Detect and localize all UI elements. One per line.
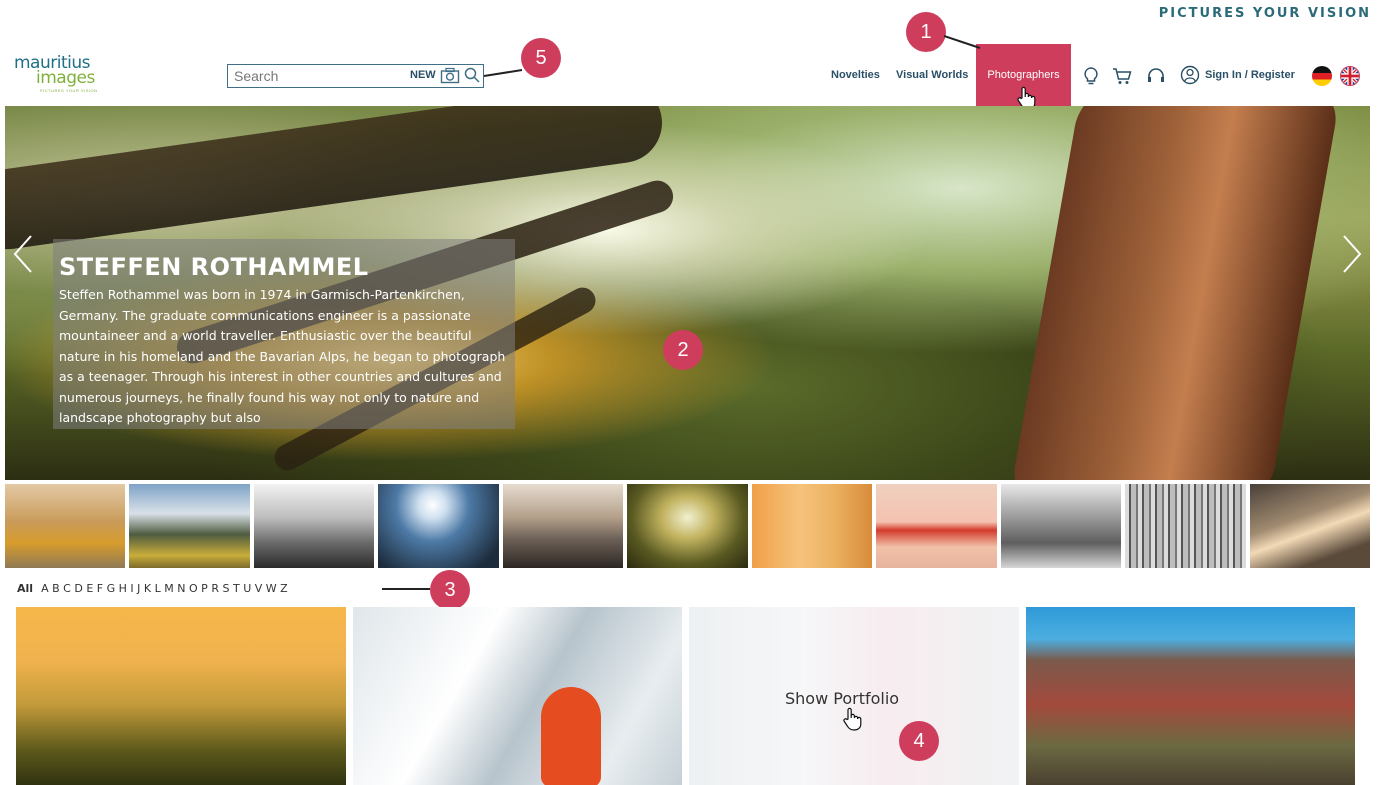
photographer-bio: Steffen Rothammel was born in 1974 in Ga… [59, 287, 506, 425]
ice-climber-figure [540, 687, 601, 785]
filter-letter[interactable]: T [233, 582, 240, 595]
filter-letter[interactable]: I [130, 582, 133, 595]
photographer-card[interactable] [16, 607, 346, 785]
filter-letter[interactable]: F [97, 582, 103, 595]
show-portfolio-button[interactable]: Show Portfolio [785, 689, 899, 708]
photographer-gallery: Show Portfolio 4 [16, 607, 1355, 785]
thumbnail[interactable] [751, 484, 873, 568]
callout-line-3 [382, 588, 430, 590]
thumbnail[interactable] [502, 484, 624, 568]
callout-badge-2: 2 [663, 330, 703, 370]
photographer-thumbnail-strip [5, 484, 1370, 568]
lightbulb-icon[interactable] [1081, 66, 1101, 86]
filter-letter[interactable]: V [255, 582, 263, 595]
search-input[interactable] [234, 67, 394, 85]
alphabet-filter: All A B C D E F G H I J K L M N O P R S … [17, 582, 291, 595]
callout-badge-4: 4 [899, 721, 939, 761]
thumbnail[interactable] [1249, 484, 1370, 568]
callout-badge-3: 3 [430, 570, 470, 610]
thumbnail[interactable] [1000, 484, 1122, 568]
chevron-right-icon[interactable] [1340, 234, 1364, 274]
cart-icon[interactable] [1112, 66, 1132, 86]
signin-register-link[interactable]: Sign In / Register [1180, 44, 1295, 106]
hero-photo-trunk [1007, 106, 1343, 480]
user-icon [1180, 65, 1200, 85]
photographer-card-hovered[interactable]: Show Portfolio 4 [689, 607, 1019, 785]
new-label: NEW [410, 69, 436, 81]
filter-letter[interactable]: H [119, 582, 127, 595]
filter-letter[interactable]: C [63, 582, 71, 595]
logo-tagline: PICTURES YOUR VISION [40, 88, 98, 93]
callout-badge-1: 1 [906, 12, 946, 52]
filter-letter[interactable]: U [243, 582, 251, 595]
thumbnail[interactable] [876, 484, 997, 568]
thumbnail[interactable] [1125, 484, 1246, 568]
filter-letter[interactable]: J [137, 582, 140, 595]
filter-letter[interactable]: S [222, 582, 229, 595]
filter-letter[interactable]: R [211, 582, 219, 595]
filter-letter[interactable]: L [155, 582, 161, 595]
search-icon[interactable] [464, 67, 480, 83]
thumbnail[interactable] [253, 484, 375, 568]
filter-letter[interactable]: M [164, 582, 174, 595]
filter-letter[interactable]: E [86, 582, 93, 595]
mauritius-images-logo[interactable]: mauritius images PICTURES YOUR VISION [14, 55, 114, 104]
german-flag-icon[interactable] [1312, 66, 1332, 86]
headset-icon[interactable] [1146, 66, 1166, 86]
thumbnail[interactable] [129, 484, 250, 568]
photographer-card[interactable] [1025, 607, 1355, 785]
filter-letter[interactable]: D [74, 582, 82, 595]
search-box: NEW [227, 64, 484, 88]
filter-letter[interactable]: N [177, 582, 185, 595]
uk-flag-icon[interactable] [1340, 66, 1360, 86]
filter-letter[interactable]: B [52, 582, 60, 595]
callout-line-1 [944, 35, 981, 49]
logo-text-line2: images [36, 68, 95, 88]
filter-letter[interactable]: K [144, 582, 151, 595]
nav-novelties[interactable]: Novelties [831, 44, 880, 106]
thumbnail[interactable] [5, 484, 126, 568]
tagline: PICTURES YOUR VISION [1158, 6, 1371, 21]
callout-line-5 [484, 69, 523, 77]
callout-badge-5: 5 [521, 38, 561, 78]
thumbnail[interactable] [378, 484, 499, 568]
hand-pointer-icon [843, 707, 862, 731]
filter-letter[interactable]: W [266, 582, 277, 595]
photographer-bio-panel: STEFFEN ROTHAMMEL Steffen Rothammel was … [53, 239, 515, 429]
filter-letter[interactable]: O [189, 582, 198, 595]
hero-slider[interactable]: STEFFEN ROTHAMMEL Steffen Rothammel was … [5, 106, 1370, 480]
filter-letter[interactable]: A [41, 582, 49, 595]
thumbnail[interactable] [627, 484, 748, 568]
photographer-name: STEFFEN ROTHAMMEL [59, 253, 369, 281]
filter-letter[interactable]: P [201, 582, 208, 595]
chevron-left-icon[interactable] [11, 234, 35, 274]
filter-letter[interactable]: Z [280, 582, 288, 595]
photographer-card[interactable] [352, 607, 682, 785]
signin-label: Sign In / Register [1205, 69, 1295, 81]
filter-letter[interactable]: G [107, 582, 116, 595]
camera-icon[interactable] [440, 67, 460, 84]
filter-all[interactable]: All [17, 582, 33, 595]
site-header: mauritius images PICTURES YOUR VISION NE… [0, 12, 1379, 110]
